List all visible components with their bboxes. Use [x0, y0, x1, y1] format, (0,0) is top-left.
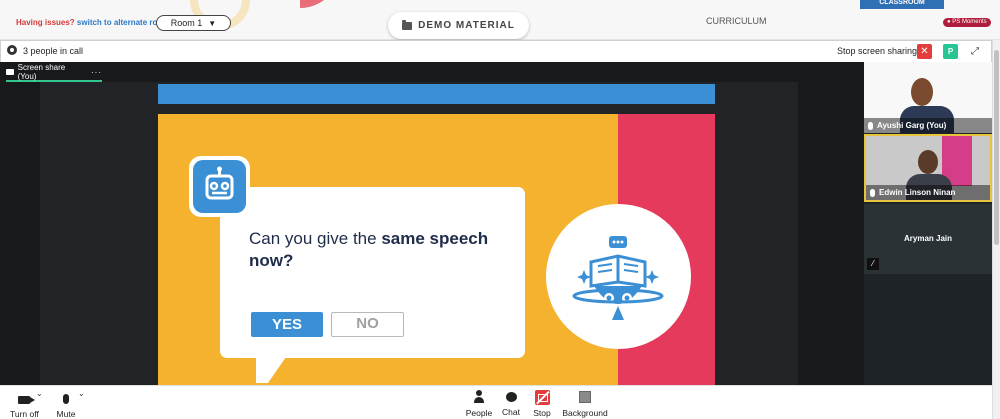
yes-button: YES	[251, 312, 323, 337]
scrollbar-thumb[interactable]	[994, 50, 999, 245]
background-button[interactable]: Background	[561, 390, 609, 418]
participant-tile[interactable]: Aryman Jain ⁄	[864, 204, 992, 274]
question-suffix: now?	[249, 251, 294, 270]
decorative-arc	[300, 0, 340, 8]
participant-name: Aryman Jain	[903, 234, 953, 243]
video-call-app: Having issues? switch to alternate room …	[0, 0, 1000, 419]
screen-share-tab-label: Screen share (You)	[17, 63, 66, 81]
participant-tile[interactable]: Ayushi Garg (You)	[864, 62, 992, 133]
ps-moments-label: PS Moments	[952, 19, 987, 25]
gear-icon[interactable]	[7, 45, 17, 55]
camera-icon	[18, 396, 35, 404]
more-options-icon[interactable]: ···	[91, 68, 102, 77]
speech-bubble: Can you give the same speech now? YES NO	[220, 187, 525, 358]
slide-content: Can you give the same speech now? YES NO	[158, 114, 715, 385]
question-bold: same speech	[381, 229, 489, 248]
participant-name: Edwin Linson Ninan	[879, 188, 956, 197]
participant-video	[911, 78, 933, 106]
stop-screen-sharing-text[interactable]: Stop screen sharing	[837, 46, 917, 56]
caret-down-icon: ▼	[208, 18, 217, 28]
demo-material-label: DEMO MATERIAL	[418, 20, 515, 31]
demo-material-button[interactable]: DEMO MATERIAL	[388, 12, 529, 39]
people-button[interactable]: People	[465, 390, 493, 418]
issues-question: Having issues?	[16, 18, 75, 27]
participants-empty-area	[864, 274, 992, 385]
top-bar: Having issues? switch to alternate room …	[0, 0, 1000, 40]
screen-icon	[6, 69, 14, 75]
mic-muted-icon: ⁄	[867, 258, 879, 270]
folder-icon	[402, 19, 413, 30]
room-select-value: Room 1	[170, 18, 203, 28]
stop-screen-share-icon	[534, 390, 550, 405]
turn-off-label: Turn off	[10, 409, 39, 419]
camera-dot-icon: ●	[947, 19, 951, 25]
reading-robot-circle	[546, 204, 691, 349]
slide-question: Can you give the same speech now?	[249, 228, 519, 272]
stop-share-button[interactable]: Stop	[531, 390, 553, 418]
people-label: People	[465, 408, 493, 418]
speech-bubble-tail	[256, 357, 286, 383]
chat-label: Chat	[502, 407, 520, 417]
stop-label: Stop	[533, 408, 551, 418]
participant-video	[918, 150, 938, 174]
p-avatar-button[interactable]: P	[943, 44, 958, 59]
ps-moments-badge[interactable]: ● PS Moments	[943, 18, 991, 27]
chat-button[interactable]: Chat	[500, 390, 522, 417]
curriculum-tab[interactable]: CURRICULUM	[706, 16, 767, 26]
chevron-down-icon[interactable]: ⌄	[78, 389, 85, 398]
room-select[interactable]: Room 1 ▼	[156, 15, 231, 31]
no-button: NO	[331, 312, 404, 337]
robot-badge	[189, 156, 250, 217]
mute-label: Mute	[56, 409, 76, 419]
chevron-down-icon[interactable]: ⌄	[36, 389, 43, 398]
expand-icon[interactable]: ⤢	[967, 44, 983, 59]
people-count: 3 people in call	[23, 46, 84, 56]
mic-icon	[868, 121, 873, 130]
background-label: Background	[562, 408, 608, 418]
participant-name-bar: Ayushi Garg (You)	[864, 118, 992, 133]
stop-share-close-button[interactable]: ✕	[917, 44, 932, 59]
slide-top-band	[158, 84, 715, 104]
chat-icon	[505, 392, 517, 402]
participant-tile[interactable]: Edwin Linson Ninan	[864, 134, 992, 202]
call-header: 3 people in call Stop screen sharing ✕ P…	[0, 40, 992, 62]
turn-off-camera-button[interactable]: Turn off	[10, 390, 39, 419]
call-controls-bar: Turn off ⌄ Mute ⌄ People Chat Stop Backg…	[0, 385, 992, 419]
participants-panel: Ayushi Garg (You) Edwin Linson Ninan Ary…	[864, 62, 992, 385]
screen-share-tab[interactable]: Screen share (You) ···	[6, 63, 102, 82]
background-icon	[579, 391, 591, 403]
classroom-tab[interactable]: CLASSROOM	[860, 0, 944, 9]
robot-icon	[193, 160, 246, 213]
mic-icon	[63, 394, 69, 404]
question-prefix: Can you give the	[249, 229, 377, 248]
participant-name-bar: Edwin Linson Ninan	[866, 185, 990, 200]
mute-button[interactable]: Mute	[54, 390, 78, 419]
mic-icon	[870, 188, 875, 197]
reading-robot-icon	[572, 236, 664, 320]
vertical-scrollbar[interactable]	[992, 40, 1000, 419]
people-icon	[474, 390, 484, 403]
issues-notice: Having issues? switch to alternate room	[16, 18, 169, 27]
participant-name: Ayushi Garg (You)	[877, 121, 947, 130]
